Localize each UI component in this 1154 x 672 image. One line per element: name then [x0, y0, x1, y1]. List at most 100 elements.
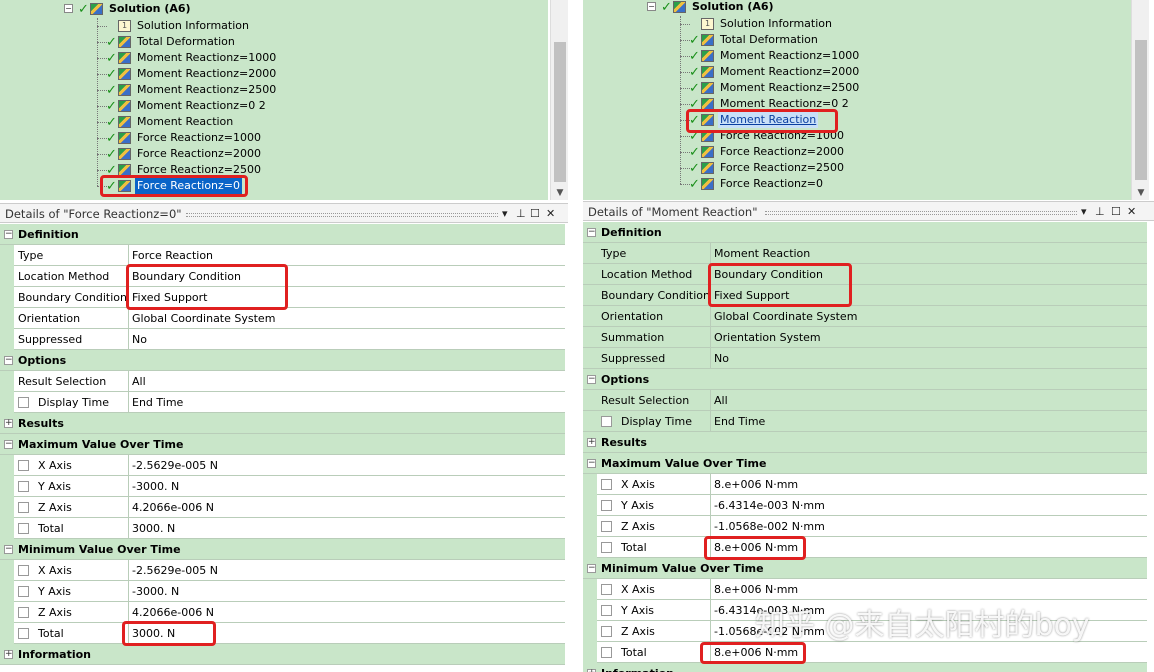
property-min-total[interactable]: Total 8.e+006 N·mm — [583, 642, 1147, 663]
property-max-total[interactable]: Total 8.e+006 N·mm — [583, 537, 1147, 558]
collapse-icon[interactable]: − — [587, 564, 596, 573]
scrollbar-thumb[interactable] — [554, 42, 566, 182]
close-icon[interactable]: ✕ — [1127, 202, 1136, 222]
property-type[interactable]: Type Force Reaction — [0, 245, 565, 266]
property-result-selection[interactable]: Result Selection All — [0, 371, 565, 392]
parameter-checkbox[interactable] — [601, 500, 612, 511]
property-value[interactable]: Fixed Support — [132, 287, 208, 308]
expand-icon[interactable]: + — [4, 650, 13, 659]
parameter-checkbox[interactable] — [601, 647, 612, 658]
property-value[interactable]: End Time — [132, 392, 183, 413]
category-information[interactable]: +Information — [0, 644, 565, 665]
property-value[interactable]: Global Coordinate System — [132, 308, 275, 329]
collapse-icon[interactable]: − — [4, 440, 13, 449]
pin-icon[interactable]: ⊥ — [1095, 202, 1105, 222]
parameter-checkbox[interactable] — [601, 521, 612, 532]
parameter-checkbox[interactable] — [18, 586, 29, 597]
property-value[interactable]: Moment Reaction — [714, 243, 810, 264]
collapse-icon[interactable]: − — [64, 4, 73, 13]
property-max-total[interactable]: Total 3000. N — [0, 518, 565, 539]
property-max-z[interactable]: Z Axis 4.2066e-006 N — [0, 497, 565, 518]
parameter-checkbox[interactable] — [18, 607, 29, 618]
property-orientation[interactable]: Orientation Global Coordinate System — [583, 306, 1147, 327]
property-max-y[interactable]: Y Axis -6.4314e-003 N·mm — [583, 495, 1147, 516]
dropdown-icon[interactable]: ▾ — [1081, 202, 1087, 222]
property-value[interactable]: Fixed Support — [714, 285, 790, 306]
parameter-checkbox[interactable] — [18, 481, 29, 492]
expand-icon[interactable]: + — [587, 438, 596, 447]
expand-icon[interactable]: + — [4, 419, 13, 428]
property-display-time[interactable]: Display Time End Time — [583, 411, 1147, 432]
property-value[interactable]: No — [132, 329, 147, 350]
maximize-icon[interactable]: ☐ — [530, 204, 540, 224]
category-minimum-value[interactable]: − Minimum Value Over Time — [583, 558, 1147, 579]
property-min-z[interactable]: Z Axis 4.2066e-006 N — [0, 602, 565, 623]
scrollbar-thumb[interactable] — [1135, 40, 1147, 180]
dropdown-icon[interactable]: ▾ — [502, 204, 508, 224]
property-value[interactable]: Force Reaction — [132, 245, 213, 266]
collapse-icon[interactable]: − — [4, 230, 13, 239]
property-suppressed[interactable]: Suppressed No — [583, 348, 1147, 369]
parameter-checkbox[interactable] — [601, 479, 612, 490]
property-max-y[interactable]: Y Axis -3000. N — [0, 476, 565, 497]
category-maximum-value[interactable]: − Maximum Value Over Time — [583, 453, 1147, 474]
property-value[interactable]: All — [714, 390, 728, 411]
category-results[interactable]: + Results — [0, 413, 565, 434]
parameter-checkbox[interactable] — [601, 626, 612, 637]
pin-icon[interactable]: ⊥ — [516, 204, 526, 224]
category-results[interactable]: + Results — [583, 432, 1147, 453]
parameter-checkbox[interactable] — [18, 502, 29, 513]
parameter-checkbox[interactable] — [601, 542, 612, 553]
property-max-x[interactable]: X Axis -2.5629e-005 N — [0, 455, 565, 476]
collapse-icon[interactable]: − — [587, 459, 596, 468]
maximize-icon[interactable]: ☐ — [1111, 202, 1121, 222]
property-value[interactable]: Boundary Condition — [132, 266, 241, 287]
category-maximum-value[interactable]: − Maximum Value Over Time — [0, 434, 565, 455]
property-value[interactable]: End Time — [714, 411, 765, 432]
collapse-icon[interactable]: − — [587, 228, 596, 237]
parameter-checkbox[interactable] — [18, 565, 29, 576]
parameter-checkbox[interactable] — [601, 416, 612, 427]
tree-scrollbar[interactable]: ▼ — [550, 0, 568, 200]
property-display-time[interactable]: Display Time End Time — [0, 392, 565, 413]
property-summation[interactable]: Summation Orientation System — [583, 327, 1147, 348]
property-min-total[interactable]: Total 3000. N — [0, 623, 565, 644]
category-information[interactable]: +Information — [583, 663, 1147, 672]
parameter-checkbox[interactable] — [601, 605, 612, 616]
property-result-selection[interactable]: Result Selection All — [583, 390, 1147, 411]
collapse-icon[interactable]: − — [4, 356, 13, 365]
parameter-checkbox[interactable] — [18, 628, 29, 639]
collapse-icon[interactable]: − — [647, 2, 656, 11]
scroll-down-icon[interactable]: ▼ — [551, 188, 568, 198]
tree-scrollbar[interactable]: ▼ — [1131, 0, 1149, 200]
category-definition[interactable]: − Definition — [0, 224, 565, 245]
parameter-checkbox[interactable] — [18, 397, 29, 408]
property-value[interactable]: Global Coordinate System — [714, 306, 857, 327]
category-options[interactable]: − Options — [0, 350, 565, 371]
property-max-x[interactable]: X Axis 8.e+006 N·mm — [583, 474, 1147, 495]
close-icon[interactable]: ✕ — [546, 204, 555, 224]
property-type[interactable]: Type Moment Reaction — [583, 243, 1147, 264]
property-suppressed[interactable]: Suppressed No — [0, 329, 565, 350]
parameter-checkbox[interactable] — [18, 460, 29, 471]
property-min-x[interactable]: X Axis -2.5629e-005 N — [0, 560, 565, 581]
property-value[interactable]: No — [714, 348, 729, 369]
category-minimum-value[interactable]: − Minimum Value Over Time — [0, 539, 565, 560]
parameter-checkbox[interactable] — [601, 584, 612, 595]
property-orientation[interactable]: Orientation Global Coordinate System — [0, 308, 565, 329]
collapse-icon[interactable]: − — [587, 375, 596, 384]
category-options[interactable]: − Options — [583, 369, 1147, 390]
property-min-x[interactable]: X Axis 8.e+006 N·mm — [583, 579, 1147, 600]
scroll-down-icon[interactable]: ▼ — [1132, 188, 1150, 198]
property-max-z[interactable]: Z Axis -1.0568e-002 N·mm — [583, 516, 1147, 537]
property-boundary-condition[interactable]: Boundary Condition Fixed Support — [0, 287, 565, 308]
property-value[interactable]: All — [132, 371, 146, 392]
property-value[interactable]: Orientation System — [714, 327, 821, 348]
property-location-method[interactable]: Location Method Boundary Condition — [583, 264, 1147, 285]
property-value[interactable]: Boundary Condition — [714, 264, 823, 285]
parameter-checkbox[interactable] — [18, 523, 29, 534]
property-min-y[interactable]: Y Axis -3000. N — [0, 581, 565, 602]
property-boundary-condition[interactable]: Boundary Condition Fixed Support — [583, 285, 1147, 306]
property-location-method[interactable]: Location Method Boundary Condition — [0, 266, 565, 287]
category-definition[interactable]: − Definition — [583, 222, 1147, 243]
